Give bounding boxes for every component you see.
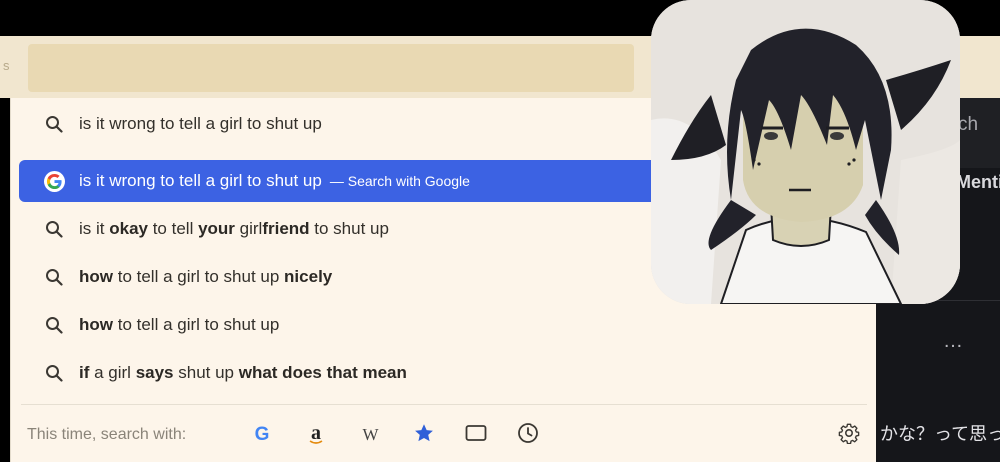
search-icon <box>29 352 79 394</box>
suggestion-text: how to tell a girl to shut up nicely <box>79 267 333 286</box>
more-options-icon[interactable]: … <box>943 330 964 353</box>
google-engine-button[interactable]: G <box>247 420 277 450</box>
suggestion-row[interactable]: how to tell a girl to shut up <box>19 304 864 346</box>
search-settings-button[interactable] <box>834 420 864 450</box>
google-icon: G <box>254 424 270 445</box>
star-icon <box>413 422 435 449</box>
toolbar-fragment: s <box>3 58 10 73</box>
amazon-engine-button[interactable]: a <box>301 420 331 450</box>
tabs-engine-button[interactable] <box>461 420 491 450</box>
search-icon <box>29 103 79 145</box>
background-mentions-tab[interactable]: Menti <box>956 172 1000 193</box>
address-bar[interactable] <box>28 44 634 92</box>
suggestion-text: is it wrong to tell a girl to shut up <box>79 171 322 190</box>
wikipedia-engine-button[interactable]: W <box>355 420 385 450</box>
search-icon <box>29 256 79 298</box>
search-icon <box>29 304 79 346</box>
bookmarks-engine-button[interactable] <box>409 420 439 450</box>
clock-icon <box>517 422 539 449</box>
suggestion-text: is it wrong to tell a girl to shut up <box>79 114 322 133</box>
gear-icon <box>838 422 860 449</box>
background-search-text: ch <box>958 114 979 135</box>
search-icon <box>29 208 79 250</box>
google-icon <box>29 160 79 202</box>
background-post-text: かな？って思っ <box>880 424 1000 444</box>
suggestion-row[interactable]: if a girl says shut up what does that me… <box>19 352 864 394</box>
wikipedia-icon: W <box>362 425 378 444</box>
avatar <box>651 0 960 304</box>
suggestion-text: is it okay to tell your girlfriend to sh… <box>79 219 389 238</box>
tab-icon <box>465 424 487 447</box>
search-with-google-label: — Search with Google <box>329 173 470 189</box>
history-engine-button[interactable] <box>513 420 543 450</box>
divider <box>21 404 867 405</box>
amazon-icon: a <box>309 421 323 444</box>
suggestion-text: if a girl says shut up what does that me… <box>79 363 407 382</box>
search-with-label: This time, search with: <box>27 426 187 443</box>
suggestion-text: how to tell a girl to shut up <box>79 315 280 334</box>
